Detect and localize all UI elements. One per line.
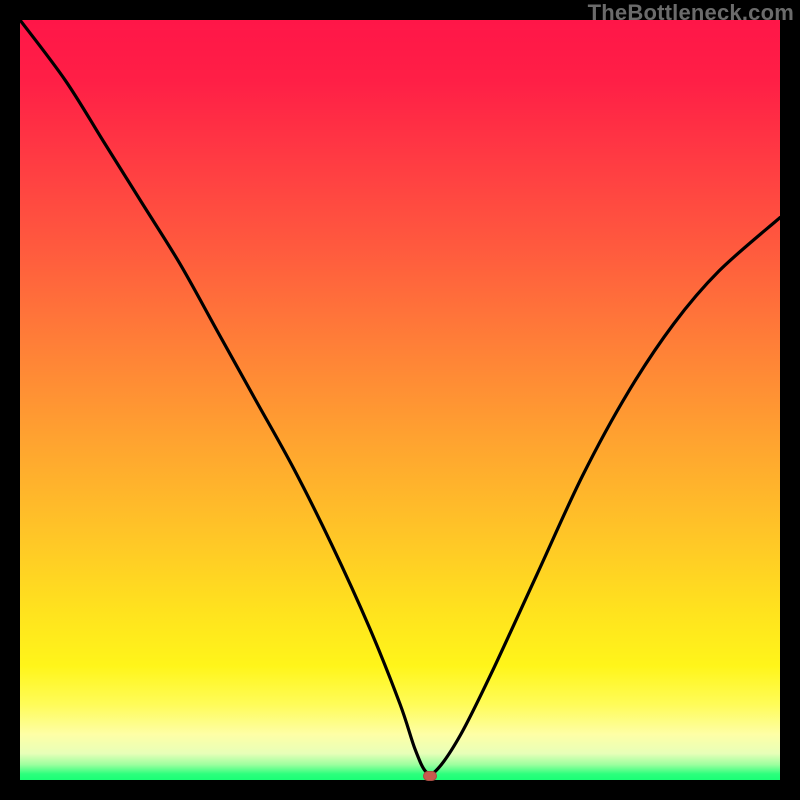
plot-area bbox=[20, 20, 780, 780]
bottleneck-curve bbox=[20, 20, 780, 780]
optimal-point-marker bbox=[423, 771, 437, 781]
chart-frame: TheBottleneck.com bbox=[0, 0, 800, 800]
